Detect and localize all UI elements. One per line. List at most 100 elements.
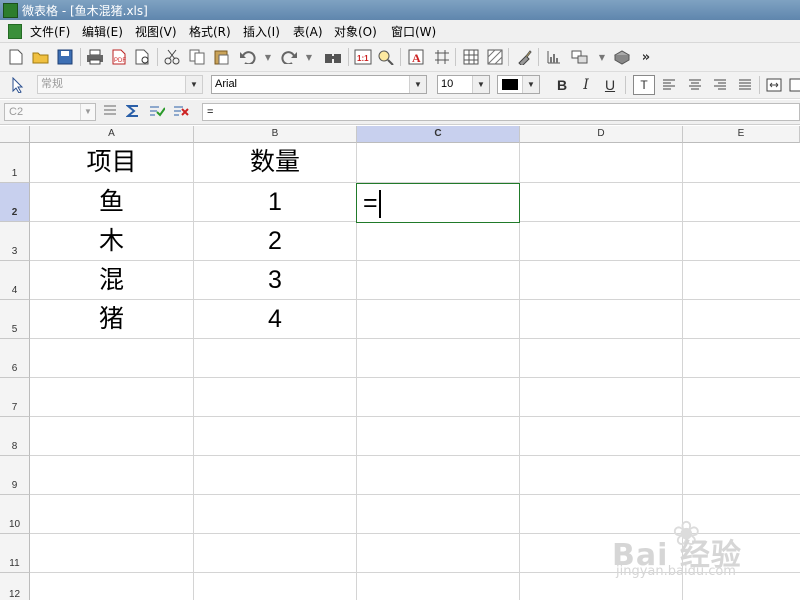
cell-c5[interactable] [357, 300, 520, 339]
cell-e1[interactable] [683, 143, 800, 183]
row-header-10[interactable]: 10 [0, 495, 30, 534]
row-header-6[interactable]: 6 [0, 339, 30, 378]
cell-b12[interactable] [194, 573, 357, 600]
menu-view[interactable]: 视图(V) [135, 23, 177, 40]
save-icon[interactable] [55, 47, 75, 67]
menu-table[interactable]: 表(A) [293, 23, 323, 40]
row-header-4[interactable]: 4 [0, 261, 30, 300]
cell-b11[interactable] [194, 534, 357, 573]
cell-e8[interactable] [683, 417, 800, 456]
print-preview-icon[interactable] [133, 47, 153, 67]
cell-d10[interactable] [520, 495, 683, 534]
cell-e5[interactable] [683, 300, 800, 339]
name-box[interactable]: C2 ▼ [4, 103, 96, 121]
format-painter-icon[interactable] [514, 47, 534, 67]
column-header-a[interactable]: A [30, 126, 194, 143]
cell-a4[interactable]: 混 [30, 261, 194, 300]
row-header-3[interactable]: 3 [0, 222, 30, 261]
cell-e4[interactable] [683, 261, 800, 300]
cell-e10[interactable] [683, 495, 800, 534]
merge-cells-icon[interactable] [764, 75, 784, 95]
table-icon[interactable] [461, 47, 481, 67]
package-icon[interactable] [612, 47, 632, 67]
menu-format[interactable]: 格式(R) [189, 23, 231, 40]
cell-e11[interactable] [683, 534, 800, 573]
cancel-icon[interactable] [172, 104, 190, 120]
arrange-icon[interactable] [570, 47, 590, 67]
row-header-11[interactable]: 11 [0, 534, 30, 573]
zoom-tool-icon[interactable] [376, 47, 396, 67]
cell-e6[interactable] [683, 339, 800, 378]
select-pointer-icon[interactable] [8, 75, 28, 95]
open-icon[interactable] [31, 47, 51, 67]
cell-b5[interactable]: 4 [194, 300, 357, 339]
more-icon[interactable]: » [636, 47, 656, 67]
cell-c11[interactable] [357, 534, 520, 573]
cell-c10[interactable] [357, 495, 520, 534]
cell-e3[interactable] [683, 222, 800, 261]
cell-c3[interactable] [357, 222, 520, 261]
cell-a11[interactable] [30, 534, 194, 573]
cell-b9[interactable] [194, 456, 357, 495]
cell-c1[interactable] [357, 143, 520, 183]
cell-a3[interactable]: 木 [30, 222, 194, 261]
cell-c7[interactable] [357, 378, 520, 417]
redo-dropdown-icon[interactable]: ▼ [299, 47, 319, 67]
paste-icon[interactable] [211, 47, 231, 67]
redo-icon[interactable] [279, 47, 299, 67]
align-center-icon[interactable] [685, 75, 705, 95]
undo-icon[interactable] [238, 47, 258, 67]
cell-b4[interactable]: 3 [194, 261, 357, 300]
cell-d8[interactable] [520, 417, 683, 456]
new-icon[interactable] [6, 47, 26, 67]
chevron-down-icon[interactable]: ▼ [185, 76, 202, 93]
row-header-12[interactable]: 12 [0, 573, 30, 600]
cell-b8[interactable] [194, 417, 357, 456]
column-header-c[interactable]: C [357, 126, 520, 143]
chevron-down-icon[interactable]: ▼ [409, 76, 426, 93]
text-frame-icon[interactable]: T [633, 75, 655, 95]
zoom-icon[interactable]: 1:1 [353, 47, 373, 67]
menu-insert[interactable]: 插入(I) [243, 23, 280, 40]
select-all-corner[interactable] [0, 126, 30, 143]
pdf-icon[interactable]: PDF [109, 47, 129, 67]
font-size-combo[interactable]: 10 ▼ [437, 75, 490, 94]
cell-b6[interactable] [194, 339, 357, 378]
insert-text-icon[interactable]: A [406, 47, 426, 67]
row-header-1[interactable]: 1 [0, 143, 30, 183]
cell-d9[interactable] [520, 456, 683, 495]
cell-d6[interactable] [520, 339, 683, 378]
cell-d3[interactable] [520, 222, 683, 261]
underline-button[interactable]: U [601, 76, 619, 94]
fill-pattern-icon[interactable] [485, 47, 505, 67]
cell-a5[interactable]: 猪 [30, 300, 194, 339]
cell-b7[interactable] [194, 378, 357, 417]
cell-a12[interactable] [30, 573, 194, 600]
cell-d7[interactable] [520, 378, 683, 417]
menu-window[interactable]: 窗口(W) [391, 23, 436, 40]
cell-d11[interactable] [520, 534, 683, 573]
menu-object[interactable]: 对象(O) [334, 23, 377, 40]
cell-a1[interactable]: 项目 [30, 143, 194, 183]
grid-icon[interactable] [432, 47, 452, 67]
cell-b10[interactable] [194, 495, 357, 534]
cell-c9[interactable] [357, 456, 520, 495]
cell-e9[interactable] [683, 456, 800, 495]
cell-a9[interactable] [30, 456, 194, 495]
cell-d4[interactable] [520, 261, 683, 300]
active-cell-editor[interactable]: = [356, 183, 520, 223]
formula-input[interactable]: = [202, 103, 800, 121]
cell-a10[interactable] [30, 495, 194, 534]
chevron-down-icon[interactable]: ▼ [80, 104, 95, 120]
sum-icon[interactable] [124, 104, 142, 120]
document-icon[interactable] [8, 24, 22, 39]
row-header-5[interactable]: 5 [0, 300, 30, 339]
chart-icon[interactable] [544, 47, 564, 67]
cell-c4[interactable] [357, 261, 520, 300]
accept-icon[interactable] [148, 104, 166, 120]
cell-d2[interactable] [520, 183, 683, 222]
cell-e2[interactable] [683, 183, 800, 222]
cut-icon[interactable] [162, 47, 182, 67]
row-header-2[interactable]: 2 [0, 183, 30, 222]
chevron-down-icon[interactable]: ▼ [472, 76, 489, 93]
